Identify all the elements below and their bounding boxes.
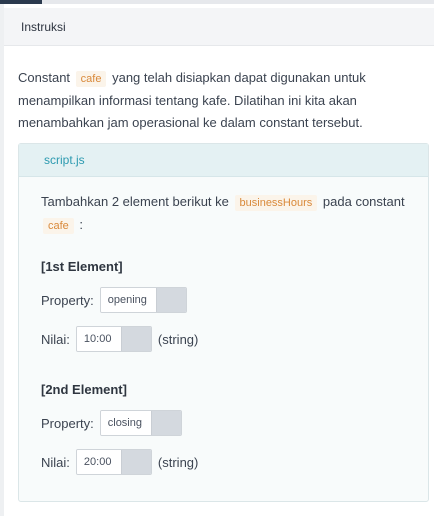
element-1-value-row: Nilai: (string) xyxy=(41,326,198,352)
intro-paragraph: Constant cafe yang telah disiapkan dapat… xyxy=(18,67,418,135)
exercise-page: Instruksi Constant cafe yang telah disia… xyxy=(0,0,434,516)
element-1-value-suffix: (string) xyxy=(157,331,199,347)
card-filename: script.js xyxy=(44,153,85,167)
element-2-value-input[interactable] xyxy=(76,450,121,474)
element-2-property-row: Property: xyxy=(41,410,182,436)
element-2-value-label: Nilai: xyxy=(41,454,70,470)
element-2-property-check-button[interactable] xyxy=(150,411,181,435)
element-1-value-label: Nilai: xyxy=(41,331,70,347)
task-description: Tambahkan 2 element berikut ke businessH… xyxy=(41,190,411,236)
intro-text-before: Constant xyxy=(18,70,71,85)
task-text-after: : xyxy=(79,217,84,232)
task-card: script.js Tambahkan 2 element berikut ke… xyxy=(18,143,429,502)
instructions-header: Instruksi xyxy=(4,8,434,46)
element-1-property-check-button[interactable] xyxy=(155,288,186,312)
element-1-value-input[interactable] xyxy=(76,327,121,351)
intro-code-cafe: cafe xyxy=(75,71,107,87)
element-2-property-field xyxy=(99,410,182,436)
top-progress-accent xyxy=(0,0,42,4)
task-code-cafe: cafe xyxy=(43,218,74,234)
element-2-value-suffix: (string) xyxy=(157,454,199,470)
element-1-property-row: Property: xyxy=(41,287,187,313)
element-2-value-row: Nilai: (string) xyxy=(41,449,198,475)
card-header: script.js xyxy=(19,144,428,177)
intro-text-after: yang telah disiapkan dapat digunakan unt… xyxy=(18,70,366,130)
element-2-value-check-button[interactable] xyxy=(120,450,151,474)
element-1-property-input[interactable] xyxy=(100,288,156,312)
left-divider xyxy=(0,4,4,516)
instructions-title: Instruksi xyxy=(21,19,66,34)
element-1-value-field xyxy=(75,326,152,352)
element-2-property-label: Property: xyxy=(41,415,94,431)
element-2-property-input[interactable] xyxy=(100,411,151,435)
task-text-before: Tambahkan 2 element berikut ke xyxy=(41,194,229,209)
element-1-property-field xyxy=(99,287,187,313)
element-1-value-check-button[interactable] xyxy=(120,327,151,351)
element-2-value-field xyxy=(75,449,152,475)
task-code-businesshours: businessHours xyxy=(234,195,318,211)
element-2-title: [2nd Element] xyxy=(41,382,127,397)
top-progress-bar xyxy=(0,0,434,4)
element-1-property-label: Property: xyxy=(41,292,94,308)
element-1-title: [1st Element] xyxy=(41,259,123,274)
task-text-middle: pada constant xyxy=(322,194,405,209)
